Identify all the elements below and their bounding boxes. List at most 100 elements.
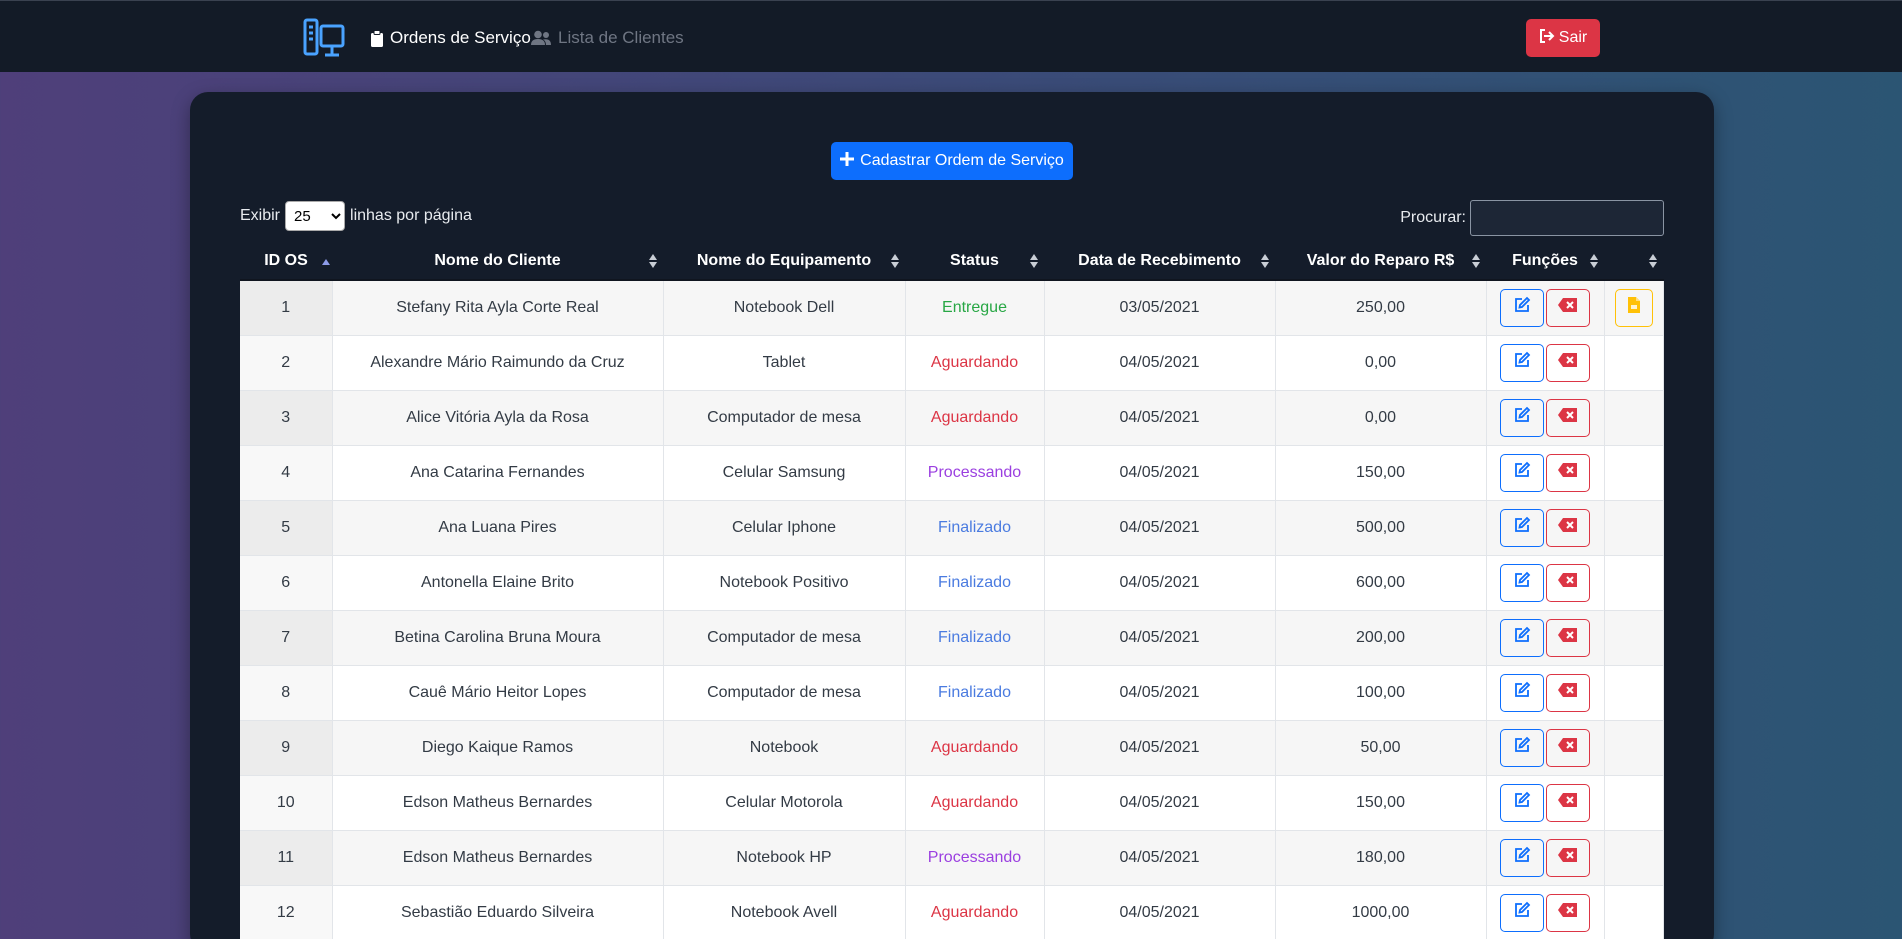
cell-functions (1486, 390, 1605, 446)
table-row: 1 Stefany Rita Ayla Corte Real Notebook De… (240, 280, 1664, 336)
cell-status: Entregue (905, 280, 1045, 336)
pdf-button[interactable] (1614, 288, 1653, 327)
cell-pdf (1604, 775, 1664, 831)
backspace-icon (1558, 463, 1578, 482)
edit-button[interactable] (1500, 508, 1544, 547)
edit-icon (1513, 846, 1531, 869)
header-id[interactable]: ID OS (240, 242, 332, 281)
cell-id: 6 (240, 555, 333, 611)
header-equipment[interactable]: Nome do Equipamento (663, 242, 905, 281)
header-status[interactable]: Status (905, 242, 1044, 281)
cell-client: Edson Matheus Bernardes (332, 830, 664, 886)
nav-orders-label: Ordens de Serviço (390, 28, 531, 47)
cell-equipment: Computador de mesa (663, 665, 906, 721)
edit-button[interactable] (1500, 453, 1544, 492)
cell-value: 250,00 (1275, 280, 1487, 336)
delete-button[interactable] (1546, 673, 1590, 712)
delete-button[interactable] (1546, 618, 1590, 657)
header-label: Nome do Equipamento (696, 251, 872, 269)
backspace-icon (1558, 793, 1578, 812)
cell-equipment: Notebook HP (663, 830, 906, 886)
edit-button[interactable] (1500, 728, 1544, 767)
edit-icon (1513, 406, 1531, 429)
header-client[interactable]: Nome do Cliente (332, 242, 663, 281)
delete-button[interactable] (1546, 288, 1590, 327)
nav-clients-label: Lista de Clientes (558, 28, 684, 47)
computer-icon[interactable] (302, 17, 346, 61)
page-length-select[interactable]: 102550100 (285, 201, 346, 231)
header-extra[interactable] (1604, 242, 1663, 281)
cell-client: Antonella Elaine Brito (332, 555, 664, 611)
cell-value: 0,00 (1275, 335, 1487, 391)
cell-date: 04/05/2021 (1044, 830, 1276, 886)
edit-button[interactable] (1500, 783, 1544, 822)
delete-button[interactable] (1546, 893, 1590, 932)
cell-status: Aguardando (905, 885, 1045, 939)
cell-value: 50,00 (1275, 720, 1487, 776)
cell-id: 8 (240, 665, 333, 721)
header-date[interactable]: Data de Recebimento (1044, 242, 1275, 281)
delete-button[interactable] (1546, 343, 1590, 382)
cell-date: 04/05/2021 (1044, 335, 1276, 391)
delete-button[interactable] (1546, 728, 1590, 767)
backspace-icon (1558, 848, 1578, 867)
edit-button[interactable] (1500, 288, 1544, 327)
edit-button[interactable] (1500, 838, 1544, 877)
backspace-icon (1558, 738, 1578, 757)
orders-card: Cadastrar Ordem de Serviço Exibir 102550… (190, 92, 1714, 939)
cell-id: 10 (240, 775, 333, 831)
delete-button[interactable] (1546, 508, 1590, 547)
edit-button[interactable] (1500, 673, 1544, 712)
edit-button[interactable] (1500, 893, 1544, 932)
sort-icon (1261, 254, 1269, 268)
edit-icon (1513, 791, 1531, 814)
cell-value: 1000,00 (1275, 885, 1487, 939)
backspace-icon (1558, 628, 1578, 647)
cell-functions (1486, 665, 1605, 721)
delete-button[interactable] (1546, 398, 1590, 437)
cell-pdf (1604, 830, 1664, 886)
cell-pdf (1604, 390, 1664, 446)
cell-date: 04/05/2021 (1044, 720, 1276, 776)
cell-functions (1486, 500, 1605, 556)
delete-button[interactable] (1546, 453, 1590, 492)
cell-equipment: Tablet (663, 335, 906, 391)
table-row: 12 Sebastião Eduardo Silveira Notebook Ave… (240, 885, 1664, 939)
add-order-button[interactable]: Cadastrar Ordem de Serviço (831, 142, 1073, 180)
search-input[interactable] (1470, 200, 1664, 236)
edit-button[interactable] (1500, 563, 1544, 602)
cell-value: 150,00 (1275, 775, 1487, 831)
header-value[interactable]: Valor do Reparo R$ (1275, 242, 1486, 281)
table-row: 6 Antonella Elaine Brito Notebook Positivo… (240, 555, 1664, 611)
page-length-control: Exibir 102550100 linhas por página (240, 201, 472, 231)
nav-orders-link[interactable]: Ordens de Serviço (370, 26, 531, 50)
orders-table: ID OS Nome do Cliente Nome do Equipamento S… (240, 242, 1664, 939)
delete-button[interactable] (1546, 838, 1590, 877)
cell-client: Edson Matheus Bernardes (332, 775, 664, 831)
delete-button[interactable] (1546, 563, 1590, 602)
cell-functions (1486, 885, 1605, 939)
backspace-icon (1558, 903, 1578, 922)
cell-status: Finalizado (905, 665, 1045, 721)
cell-equipment: Celular Samsung (663, 445, 906, 501)
edit-button[interactable] (1500, 398, 1544, 437)
edit-button[interactable] (1500, 618, 1544, 657)
logout-button[interactable]: Sair (1526, 19, 1600, 57)
table-row: 2 Alexandre Mário Raimundo da Cruz Tablet A… (240, 335, 1664, 391)
nav-clients-link[interactable]: Lista de Clientes (530, 26, 684, 50)
table-row: 5 Ana Luana Pires Celular Iphone Finalizado… (240, 500, 1664, 556)
delete-button[interactable] (1546, 783, 1590, 822)
backspace-icon (1558, 353, 1578, 372)
header-functions[interactable]: Funções (1486, 242, 1604, 281)
header-label: Data de Recebimento (1078, 251, 1241, 269)
cell-date: 04/05/2021 (1044, 500, 1276, 556)
cell-date: 03/05/2021 (1044, 280, 1276, 336)
cell-status: Processando (905, 445, 1045, 501)
edit-icon (1513, 681, 1531, 704)
add-order-label: Cadastrar Ordem de Serviço (860, 152, 1064, 169)
cell-id: 11 (240, 830, 333, 886)
table-row: 7 Betina Carolina Bruna Moura Computador d… (240, 610, 1664, 666)
cell-id: 1 (240, 280, 333, 336)
edit-button[interactable] (1500, 343, 1544, 382)
plus-icon (840, 151, 855, 171)
